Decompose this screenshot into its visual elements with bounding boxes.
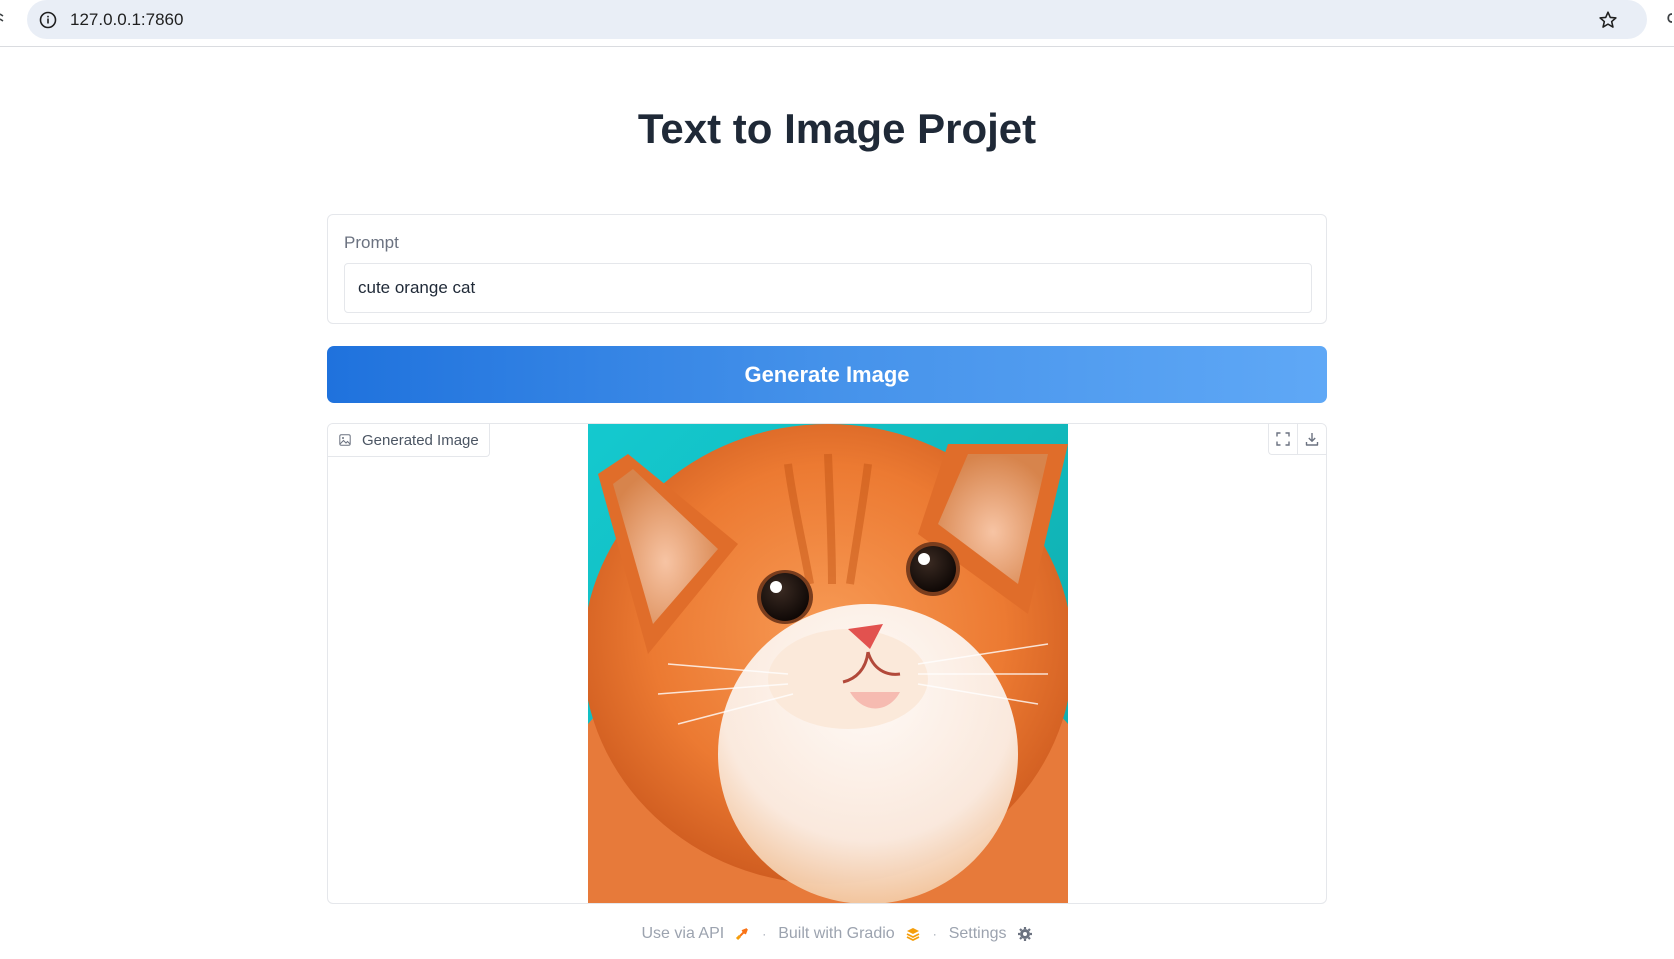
footer-separator: ·: [932, 927, 937, 941]
address-bar[interactable]: 127.0.0.1:7860: [27, 0, 1647, 39]
use-via-api-link[interactable]: Use via API: [641, 925, 750, 943]
footer: Use via API · Built with Gradio · Settin…: [0, 925, 1674, 943]
image-toolbar: [1268, 424, 1326, 455]
settings-link[interactable]: Settings: [949, 925, 1033, 943]
url-text[interactable]: 127.0.0.1:7860: [70, 10, 183, 30]
profile-icon-fragment[interactable]: [1664, 10, 1674, 30]
fullscreen-icon[interactable]: [1269, 424, 1297, 454]
built-with-gradio-text[interactable]: Built with Gradio: [778, 925, 895, 943]
prompt-block: Prompt: [327, 214, 1327, 324]
rocket-icon: [734, 926, 750, 942]
generated-image-label-text: Generated Image: [362, 431, 479, 449]
footer-separator: ·: [762, 927, 767, 941]
download-icon[interactable]: [1297, 424, 1326, 454]
generate-image-button[interactable]: Generate Image: [327, 346, 1327, 403]
page-title: Text to Image Projet: [637, 105, 1037, 152]
prompt-input[interactable]: [344, 263, 1312, 313]
generated-image-panel: Generated Image: [327, 423, 1327, 904]
built-with-gradio-link[interactable]: Built with Gradio: [778, 925, 921, 943]
generated-image-label: Generated Image: [328, 424, 490, 457]
gear-icon: [1017, 926, 1033, 942]
generated-cat-image[interactable]: [588, 424, 1068, 904]
use-via-api-text[interactable]: Use via API: [641, 925, 724, 943]
settings-text[interactable]: Settings: [949, 925, 1007, 943]
gradio-logo-icon: [905, 926, 921, 942]
browser-toolbar: 127.0.0.1:7860: [0, 0, 1674, 47]
reload-icon-fragment[interactable]: [0, 12, 4, 26]
site-info-icon[interactable]: [39, 11, 57, 29]
image-icon: [339, 434, 351, 446]
prompt-label: Prompt: [344, 233, 399, 252]
bookmark-star-icon[interactable]: [1597, 9, 1619, 31]
